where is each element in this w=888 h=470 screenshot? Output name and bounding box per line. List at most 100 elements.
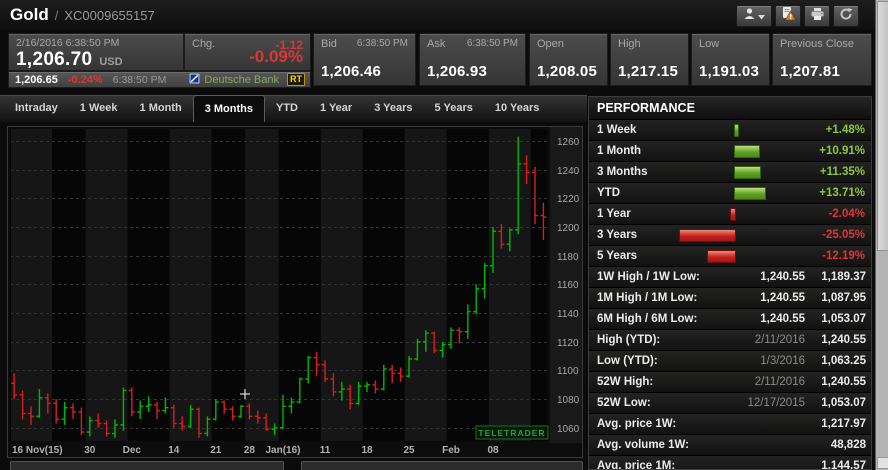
- statistic-label: 1M High / 1M Low:: [597, 288, 697, 308]
- y-axis-tick-label: 1140: [557, 309, 579, 320]
- instrument-title: Gold/XC0009655157: [10, 5, 155, 25]
- performance-bar-row: 5 Years-12.19%: [589, 246, 871, 267]
- statistic-row: 6M High / 6M Low: 1,240.55 1,053.07: [589, 309, 871, 330]
- statistic-value-2: 1,217.97: [821, 414, 866, 434]
- quote-box-value: 1,206.93: [427, 63, 487, 80]
- quote-box-label: Ask: [427, 38, 445, 50]
- y-axis-tick-label: 1060: [557, 424, 580, 435]
- tab-1-year[interactable]: 1 Year: [309, 95, 363, 122]
- tab-ytd[interactable]: YTD: [265, 95, 309, 122]
- print-button[interactable]: [804, 5, 830, 27]
- secondary-quote-row: 1,206.65 -0.24% 6:38:50 PM Deutsche Bank…: [8, 71, 311, 88]
- quote-datetime: 2/16/2016 6:38:50 PM: [16, 37, 176, 49]
- x-axis-tick-label: 18: [361, 445, 373, 456]
- tab-10-years[interactable]: 10 Years: [484, 95, 550, 122]
- gold-quote-page: Gold/XC0009655157: [0, 0, 888, 470]
- vertical-scrollbar[interactable]: [875, 0, 888, 470]
- secondary-quote-time: 6:38:50 PM: [113, 74, 167, 86]
- secondary-price: 1,206.65: [15, 74, 58, 86]
- tab-1-month[interactable]: 1 Month: [129, 95, 193, 122]
- last-price: 1,206.70: [16, 49, 92, 70]
- statistic-value-2: 48,828: [831, 435, 866, 455]
- quote-box-label: Open: [537, 38, 564, 50]
- user-menu-button[interactable]: [736, 5, 772, 27]
- statistic-row: Avg. price 1W: 1,217.97: [589, 414, 871, 435]
- statistic-value-2: 1,189.37: [821, 267, 866, 287]
- performance-value: +10.91%: [819, 141, 865, 161]
- statistic-value-2: 1,053.07: [821, 309, 866, 329]
- statistic-value-2: 1,087.95: [821, 288, 866, 308]
- quote-box-label: Bid: [321, 38, 337, 50]
- data-source-name: Deutsche Bank: [204, 74, 279, 86]
- toolbar: [736, 5, 859, 27]
- quote-box-time: 6:38:50 PM: [467, 38, 518, 50]
- quote-box-value: 1,207.81: [780, 63, 840, 80]
- quote-box-value: 1,217.15: [618, 63, 678, 80]
- performance-value: -25.05%: [822, 225, 865, 245]
- performance-period-label: 3 Months: [597, 162, 647, 182]
- instrument-isin: XC0009655157: [64, 8, 154, 23]
- tab-intraday[interactable]: Intraday: [4, 95, 69, 122]
- price-chart[interactable]: 1060108011001120114011601180120012201240…: [7, 126, 583, 458]
- performance-period-label: YTD: [597, 183, 620, 203]
- y-axis-tick-label: 1080: [557, 395, 580, 406]
- statistic-value-2: 1,240.55: [821, 372, 866, 392]
- statistic-value-2: 1,240.55: [821, 330, 866, 350]
- realtime-badge: RT: [287, 73, 305, 86]
- quote-box-value: 1,191.03: [699, 63, 759, 80]
- x-axis-tick-label: 16 Nov(15): [12, 445, 63, 456]
- statistic-label: 52W Low:: [597, 393, 651, 413]
- x-axis-tick-label: 30: [84, 445, 96, 456]
- news-alert-button[interactable]: [775, 5, 801, 27]
- performance-period-label: 3 Years: [597, 225, 637, 245]
- statistic-row: High (YTD):2/11/20161,240.55: [589, 330, 871, 351]
- printer-icon: [810, 7, 825, 26]
- top-bar: Gold/XC0009655157: [0, 0, 875, 30]
- quote-box-time: 6:38:50 PM: [357, 38, 408, 50]
- performance-bar-row: 1 Year-2.04%: [589, 204, 871, 225]
- performance-panel: PERFORMANCE 1 Week+1.48%1 Month+10.91%3 …: [588, 96, 872, 470]
- tab-5-years[interactable]: 5 Years: [424, 95, 484, 122]
- quote-box-high: High1,217.15: [610, 33, 689, 86]
- x-axis-tick-label: Jan(16): [265, 445, 300, 456]
- statistic-value-2: 1,063.25: [821, 351, 866, 371]
- performance-period-label: 1 Year: [597, 204, 631, 224]
- performance-bar: [734, 166, 761, 179]
- change-label: Chg.: [192, 38, 215, 50]
- quote-box-label: Low: [699, 38, 719, 50]
- statistic-date: 12/17/2015: [747, 393, 805, 413]
- statistic-row: Avg. volume 1W: 48,828: [589, 435, 871, 456]
- tab-3-years[interactable]: 3 Years: [363, 95, 423, 122]
- y-axis-tick-label: 1180: [557, 252, 579, 263]
- statistic-label: Avg. volume 1W:: [597, 435, 689, 455]
- refresh-button[interactable]: [833, 5, 859, 27]
- performance-value: +1.48%: [826, 120, 865, 140]
- performance-bar: [679, 229, 736, 242]
- x-axis-tick-label: 14: [168, 445, 180, 456]
- statistic-row: 1W High / 1W Low:1,240.551,189.37: [589, 267, 871, 288]
- data-source: Deutsche Bank: [189, 73, 279, 87]
- chevron-down-icon: [758, 7, 765, 25]
- period-tabs: Intraday1 Week1 Month3 MonthsYTD1 Year3 …: [0, 95, 587, 122]
- statistic-label: Avg. price 1M:: [597, 456, 675, 470]
- performance-value: -12.19%: [822, 246, 865, 266]
- tab-3-months[interactable]: 3 Months: [193, 95, 265, 122]
- x-axis-tick-label: Feb: [442, 445, 460, 456]
- statistic-value-2: 1,053.07: [821, 393, 866, 413]
- x-axis-tick-label: Dec: [123, 445, 142, 456]
- statistic-row: Low (YTD):1/3/20161,063.25: [589, 351, 871, 372]
- price-chart-svg: 1060108011001120114011601180120012201240…: [8, 127, 582, 457]
- tab-1-week[interactable]: 1 Week: [69, 95, 129, 122]
- performance-bar: [734, 145, 760, 158]
- quote-box-bid: Bid6:38:50 PM1,206.46: [313, 33, 416, 86]
- quote-box-label: Previous Close: [780, 38, 854, 50]
- y-axis-tick-label: 1220: [557, 194, 580, 205]
- scrollbar-thumb[interactable]: [877, 1, 888, 251]
- quote-box-open: Open1,208.05: [529, 33, 608, 86]
- statistic-row: 1M High / 1M Low:1,240.551,087.95: [589, 288, 871, 309]
- secondary-change-percent: -0.24%: [68, 74, 103, 86]
- statistic-label: 6M High / 6M Low:: [597, 309, 697, 329]
- statistic-label: High (YTD):: [597, 330, 660, 350]
- statistic-label: Avg. price 1W:: [597, 414, 676, 434]
- statistic-value-1: 1,240.55: [760, 309, 805, 329]
